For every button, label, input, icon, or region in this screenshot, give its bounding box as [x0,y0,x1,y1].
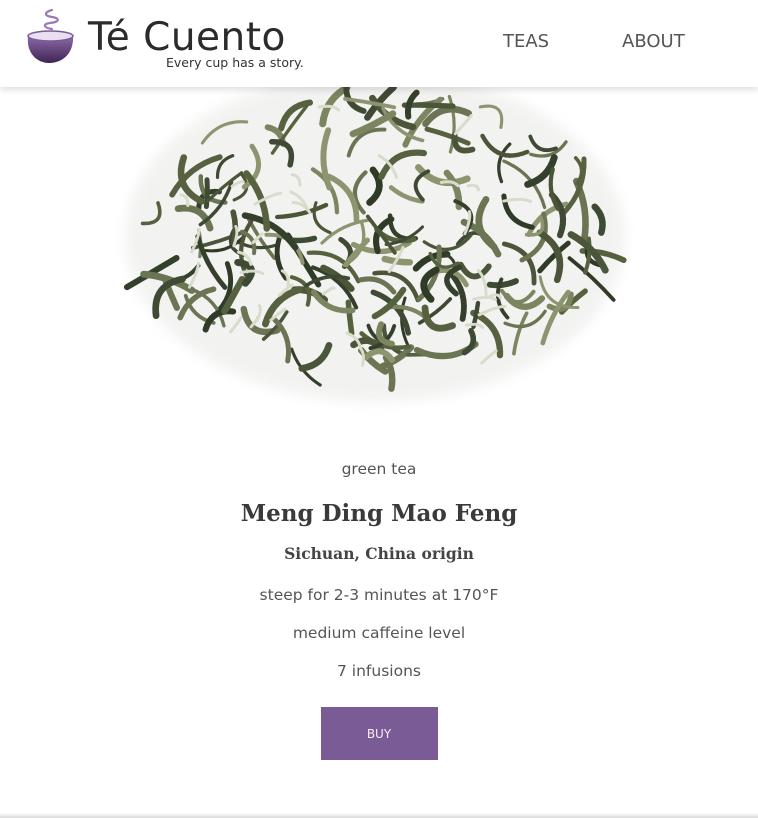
tea-leaves-image [123,87,627,402]
steaming-cup-icon [27,8,74,63]
product-category: green tea [341,460,417,478]
tea-leaf [203,177,210,210]
product-title: Meng Ding Mao Feng [240,500,518,527]
buy-button[interactable]: BUY [320,707,438,760]
logo[interactable]: Té Cuento Every cup has a story. [22,8,312,76]
product-origin: Sichuan, China origin [284,544,474,563]
brand-tagline: Every cup has a story. [166,55,304,70]
site-header: Té Cuento Every cup has a story. TEAS AB… [0,0,758,87]
product-details: green tea Meng Ding Mao Feng Sichuan, Ch… [0,455,758,760]
next-section-divider [0,813,758,818]
nav-link-teas[interactable]: TEAS [503,31,622,52]
caffeine-level: medium caffeine level [292,624,466,642]
main-nav: TEAS ABOUT [503,31,685,52]
steep-instructions: steep for 2-3 minutes at 170°F [259,586,499,604]
tea-leaf [289,235,318,244]
product-image [0,87,758,432]
tea-leaf [345,299,355,337]
infusion-count: 7 infusions [337,662,421,680]
nav-link-about[interactable]: ABOUT [622,31,685,52]
